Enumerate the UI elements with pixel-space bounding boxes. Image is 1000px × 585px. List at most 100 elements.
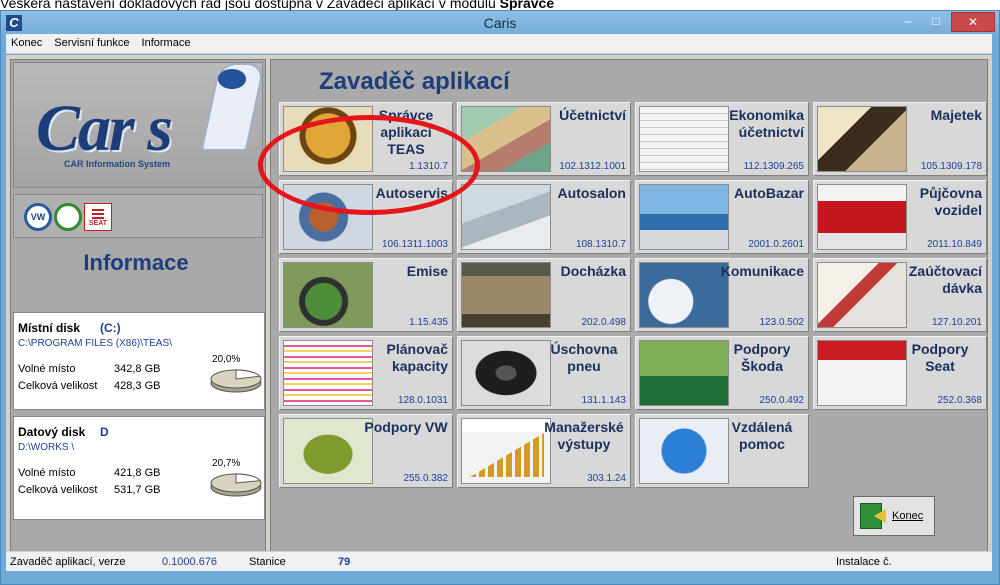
free-value: 342,8 GB (114, 363, 161, 375)
tile-manazerske-vystupy[interactable]: Manažerské výstupy 303.1.24 (457, 414, 631, 488)
disk-path: D:\WORKS \ (18, 442, 75, 453)
minimize-button[interactable]: – (895, 12, 921, 32)
documents-icon (639, 106, 729, 172)
client-area: Car s CAR Information System VW SEAT Inf… (6, 55, 992, 561)
tile-version: 106.1311.1003 (382, 239, 448, 250)
tile-ucetnictvi[interactable]: Účetnictví 102.1312.1001 (457, 102, 631, 176)
tile-autobazar[interactable]: AutoBazar 2001.0.2601 (635, 180, 809, 254)
tile-version: 102.1312.1001 (559, 161, 626, 172)
tile-dochazka[interactable]: Docházka 202.0.498 (457, 258, 631, 332)
exit-arrow-icon (874, 509, 886, 523)
logo-i-dot (218, 69, 246, 89)
tile-label: Ekonomika účetnictví (729, 107, 804, 140)
tile-pujcovna[interactable]: Půjčovna vozidel 2011.10.849 (813, 180, 987, 254)
tile-uschovna-pneu[interactable]: Úschovna pneu 131.1.143 (457, 336, 631, 410)
tile-version: 131.1.143 (581, 395, 627, 406)
total-value: 428,3 GB (114, 380, 161, 392)
menu-informace[interactable]: Informace (137, 34, 195, 49)
tile-version: 112.1309.265 (743, 161, 804, 172)
tile-version: 250.0.492 (759, 395, 805, 406)
station-label: Stanice (249, 556, 286, 568)
tile-version: 252.0.368 (937, 395, 983, 406)
tile-version: 202.0.498 (581, 317, 627, 328)
total-label: Celková velikost (18, 380, 98, 392)
station-value: 79 (338, 556, 351, 568)
tile-label: Účetnictví (559, 107, 626, 123)
vw-logo-icon: VW (24, 203, 52, 231)
window-title: Caris (483, 15, 517, 31)
tile-majetek[interactable]: Majetek 105.1309.178 (813, 102, 987, 176)
growth-chart-icon (461, 418, 551, 484)
usage-percent: 20,7% (212, 458, 241, 469)
maximize-button[interactable]: □ (923, 12, 949, 32)
tile-label: Zaúčtovací dávka (908, 263, 982, 296)
tile-label: Autosalon (557, 185, 626, 201)
disk-letter: (C:) (100, 321, 121, 335)
brand-logos: VW SEAT (13, 194, 263, 238)
tile-version: 128.0.1031 (397, 395, 448, 406)
status-bar: Zavaděč aplikací, verze 0.1000.676 Stani… (6, 551, 992, 571)
tile-version: 255.0.382 (403, 473, 449, 484)
red-car-icon (817, 184, 907, 250)
tile-label: Vzdálená pomoc (731, 419, 793, 452)
menu-konec[interactable]: Konec (6, 34, 46, 49)
tile-podpory-vw[interactable]: Podpory VW 255.0.382 (279, 414, 453, 488)
tile-label: Plánovač kapacity (386, 341, 448, 374)
disk-usage-pie (210, 473, 262, 497)
tile-label: Manažerské výstupy (544, 419, 624, 452)
caris-logo: Car s CAR Information System (13, 62, 263, 188)
teamviewer-icon (639, 418, 729, 484)
disk-path: C:\PROGRAM FILES (X86)\TEAS\ (18, 338, 172, 349)
total-label: Celková velikost (18, 484, 98, 496)
tile-label: Půjčovna vozidel (919, 185, 982, 218)
exit-label: Konec (892, 510, 924, 522)
tile-zauctovaci-davka[interactable]: Zaúčtovací dávka 127.10.201 (813, 258, 987, 332)
disk-name: Místní disk (18, 321, 81, 335)
car-icon (461, 184, 551, 250)
tile-version: 303.1.24 (587, 473, 626, 484)
tile-version: 108.1310.7 (575, 239, 626, 250)
seat-logo-icon: SEAT (84, 203, 112, 231)
tile-label: Úschovna pneu (550, 341, 618, 374)
local-disk-panel: Místní disk (C:) C:\PROGRAM FILES (X86)\… (13, 312, 265, 410)
menu-servisni-funkce[interactable]: Servisní funkce (49, 34, 133, 49)
tile-label: Majetek (930, 107, 982, 123)
tile-version: 2001.0.2601 (748, 239, 804, 250)
tile-label: Docházka (560, 263, 626, 279)
disk-name: Datový disk (18, 425, 86, 439)
logo-subtitle: CAR Information System (64, 159, 171, 169)
newspaper-icon (817, 106, 907, 172)
close-button[interactable]: ✕ (951, 12, 995, 32)
tile-ekonomika[interactable]: Ekonomika účetnictví 112.1309.265 (635, 102, 809, 176)
skoda-cars-icon (639, 340, 729, 406)
tile-label: Podpory Seat (911, 341, 969, 374)
tile-autosalon[interactable]: Autosalon 108.1310.7 (457, 180, 631, 254)
title-bar[interactable]: C Caris – □ ✕ (1, 11, 999, 35)
tile-komunikace[interactable]: Komunikace 123.0.502 (635, 258, 809, 332)
tile-version: 127.10.201 (931, 317, 982, 328)
vintage-car-icon (639, 184, 729, 250)
info-title: Informace (83, 250, 189, 275)
menu-bar: Konec Servisní funkce Informace (6, 34, 992, 54)
exit-button[interactable]: Konec (853, 496, 935, 536)
tile-version: 105.1309.178 (920, 161, 982, 172)
free-value: 421,8 GB (114, 467, 161, 479)
free-label: Volné místo (18, 363, 76, 375)
tile-emise[interactable]: Emise 1.15.435 (279, 258, 453, 332)
disk-usage-pie (210, 369, 262, 393)
tile-planovac[interactable]: Plánovač kapacity 128.0.1031 (279, 336, 453, 410)
tile-label: Emise (406, 263, 448, 279)
tile-podpory-seat[interactable]: Podpory Seat 252.0.368 (813, 336, 987, 410)
launcher-title: Zavaděč aplikací (319, 68, 510, 95)
schedule-chart-icon (283, 340, 373, 406)
loader-version-label: Zavaděč aplikací, verze (10, 556, 126, 568)
skoda-logo-icon (54, 203, 82, 231)
tires-icon (461, 340, 551, 406)
tile-version: 1.15.435 (409, 317, 448, 328)
tile-version: 123.0.502 (759, 317, 805, 328)
tile-vzdalena-pomoc[interactable]: Vzdálená pomoc (635, 414, 809, 488)
free-label: Volné místo (18, 467, 76, 479)
disk-letter: D (100, 425, 109, 439)
tile-podpory-skoda[interactable]: Podpory Škoda 250.0.492 (635, 336, 809, 410)
accounting-batch-icon (817, 262, 907, 328)
